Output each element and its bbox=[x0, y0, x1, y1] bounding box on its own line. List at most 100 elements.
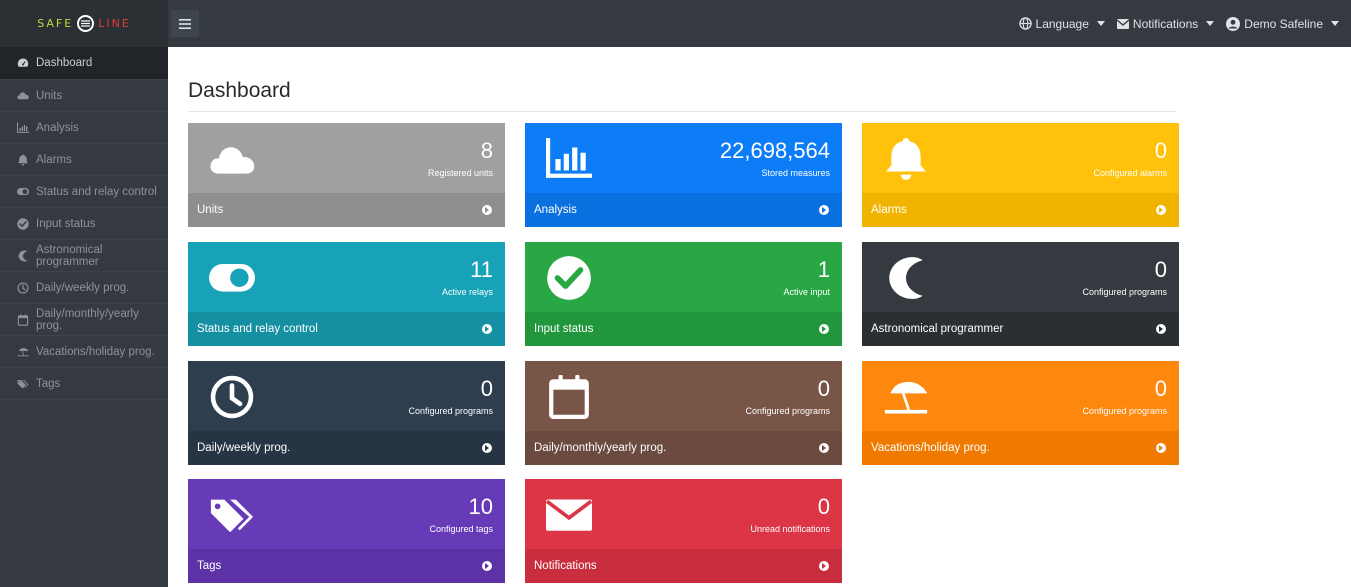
umbrella-beach-icon bbox=[876, 373, 936, 421]
bell-icon bbox=[876, 135, 936, 183]
user-circle-icon bbox=[1226, 16, 1241, 31]
chevron-down-icon bbox=[1206, 21, 1215, 26]
notifications-label: Notifications bbox=[1132, 16, 1199, 31]
brand-logo[interactable]: SAFE LINE bbox=[0, 0, 168, 47]
card-footer-link[interactable]: Vacations/holiday prog. bbox=[862, 431, 1179, 465]
card-footer-label: Daily/weekly prog. bbox=[197, 442, 291, 454]
sidebar-toggle-button[interactable] bbox=[171, 10, 199, 37]
card-value: 22,698,564 bbox=[719, 138, 830, 163]
chart-icon bbox=[539, 135, 599, 183]
card-footer-link[interactable]: Tags bbox=[188, 549, 505, 583]
card-footer-label: Vacations/holiday prog. bbox=[871, 442, 990, 454]
arrow-circle-right-icon bbox=[1156, 205, 1166, 215]
sidebar-item-dashboard[interactable]: Dashboard bbox=[0, 47, 168, 80]
envelope-icon bbox=[539, 491, 599, 539]
sidebar-item-status-and-relay-control[interactable]: Status and relay control bbox=[0, 176, 168, 208]
main-content: Dashboard 8 Registered units Units 22,698,5… bbox=[168, 47, 1351, 587]
arrow-circle-right-icon bbox=[482, 324, 492, 334]
cloud-icon bbox=[202, 135, 262, 183]
card-status-and-relay-control: 11 Active relays Status and relay control bbox=[188, 242, 505, 346]
sidebar-item-units[interactable]: Units bbox=[0, 80, 168, 112]
sidebar-item-analysis[interactable]: Analysis bbox=[0, 112, 168, 144]
language-dropdown[interactable]: Language bbox=[1018, 16, 1105, 31]
sidebar-item-label: Dashboard bbox=[36, 57, 93, 69]
clock-icon bbox=[202, 373, 262, 421]
card-footer-label: Astronomical programmer bbox=[871, 323, 1004, 335]
user-dropdown[interactable]: Demo Safeline bbox=[1226, 16, 1339, 31]
card-notifications: 0 Unread notifications Notifications bbox=[525, 479, 842, 583]
arrow-circle-right-icon bbox=[482, 443, 492, 453]
check-circle-icon bbox=[539, 254, 599, 302]
language-label: Language bbox=[1035, 16, 1089, 31]
card-subtitle: Configured tags bbox=[429, 524, 493, 534]
check-circle-icon bbox=[16, 217, 30, 230]
arrow-circle-right-icon bbox=[482, 205, 492, 215]
card-value: 1 bbox=[817, 257, 830, 282]
sidebar-item-label: Vacations/holiday prog. bbox=[36, 345, 155, 358]
arrow-circle-right-icon bbox=[482, 561, 492, 571]
calendar-icon bbox=[16, 313, 30, 326]
card-footer-link[interactable]: Analysis bbox=[525, 193, 842, 227]
sidebar-item-label: Alarms bbox=[36, 153, 72, 166]
notifications-dropdown[interactable]: Notifications bbox=[1116, 16, 1215, 31]
sidebar-item-label: Daily/monthly/yearly prog. bbox=[35, 307, 139, 332]
sidebar-item-label: Astronomical programmer bbox=[35, 243, 103, 268]
card-daily-monthly-yearly-prog: 0 Configured programs Daily/monthly/yearly… bbox=[525, 361, 842, 465]
card-footer-link[interactable]: Astronomical programmer bbox=[862, 312, 1179, 346]
tags-icon bbox=[16, 378, 30, 390]
card-value: 0 bbox=[480, 376, 493, 401]
card-value: 0 bbox=[817, 376, 830, 401]
sidebar-item-daily-monthly-yearly-prog[interactable]: Daily/monthly/yearly prog. bbox=[0, 304, 168, 336]
sidebar-item-label: Analysis bbox=[36, 121, 79, 134]
sidebar-item-astronomical-programmer[interactable]: Astronomical programmer bbox=[0, 240, 168, 272]
card-daily-weekly-prog: 0 Configured programs Daily/weekly prog. bbox=[188, 361, 505, 465]
moon-icon bbox=[16, 250, 30, 262]
title-divider bbox=[188, 111, 1177, 112]
umbrella-beach-icon bbox=[16, 346, 30, 358]
envelope-icon bbox=[1116, 18, 1129, 29]
cloud-icon bbox=[16, 91, 30, 100]
card-value: 0 bbox=[1154, 376, 1167, 401]
card-subtitle: Configured programs bbox=[745, 406, 830, 416]
dashboard-icon bbox=[16, 57, 30, 69]
card-footer-label: Status and relay control bbox=[197, 323, 318, 335]
toggle-icon bbox=[202, 254, 262, 302]
card-footer-link[interactable]: Daily/monthly/yearly prog. bbox=[525, 431, 842, 465]
sidebar-item-label: Status and relay control bbox=[36, 185, 157, 198]
card-subtitle: Configured programs bbox=[1082, 287, 1167, 297]
sidebar-item-label: Input status bbox=[36, 217, 96, 230]
card-footer-link[interactable]: Daily/weekly prog. bbox=[188, 431, 505, 465]
calendar-icon bbox=[539, 373, 599, 421]
card-alarms: 0 Configured alarms Alarms bbox=[862, 123, 1179, 227]
sidebar-item-tags[interactable]: Tags bbox=[0, 368, 168, 400]
page-title: Dashboard bbox=[188, 79, 291, 102]
sidebar-item-alarms[interactable]: Alarms bbox=[0, 144, 168, 176]
card-value: 0 bbox=[1154, 138, 1167, 163]
card-footer-link[interactable]: Notifications bbox=[525, 549, 842, 583]
brand-emblem-icon bbox=[77, 15, 95, 32]
chevron-down-icon bbox=[1331, 21, 1339, 26]
tags-icon bbox=[202, 491, 262, 539]
card-footer-link[interactable]: Status and relay control bbox=[188, 312, 505, 346]
card-subtitle: Unread notifications bbox=[750, 524, 830, 534]
sidebar-item-daily-weekly-prog[interactable]: Daily/weekly prog. bbox=[0, 272, 168, 304]
card-vacations-holiday-prog: 0 Configured programs Vacations/holiday pr… bbox=[862, 361, 1179, 465]
sidebar-item-vacations-holiday-prog[interactable]: Vacations/holiday prog. bbox=[0, 336, 168, 368]
card-footer-link[interactable]: Alarms bbox=[862, 193, 1179, 227]
sidebar-item-label: Daily/weekly prog. bbox=[36, 281, 130, 294]
card-subtitle: Active input bbox=[783, 287, 830, 297]
card-footer-label: Tags bbox=[197, 560, 222, 572]
card-units: 8 Registered units Units bbox=[188, 123, 505, 227]
card-footer-label: Units bbox=[197, 204, 224, 216]
toggle-icon bbox=[16, 187, 30, 196]
globe-icon bbox=[1018, 17, 1032, 30]
card-subtitle: Configured programs bbox=[408, 406, 493, 416]
top-navbar: SAFE LINE Language Notifications Demo Sa… bbox=[0, 0, 1351, 47]
card-footer-label: Daily/monthly/yearly prog. bbox=[534, 442, 667, 454]
sidebar-item-input-status[interactable]: Input status bbox=[0, 208, 168, 240]
arrow-circle-right-icon bbox=[1156, 324, 1166, 334]
card-footer-link[interactable]: Units bbox=[188, 193, 505, 227]
brand-right-text: LINE bbox=[98, 17, 131, 30]
sidebar: Dashboard Units Analysis Alarms Status and r… bbox=[0, 47, 168, 587]
card-footer-link[interactable]: Input status bbox=[525, 312, 842, 346]
